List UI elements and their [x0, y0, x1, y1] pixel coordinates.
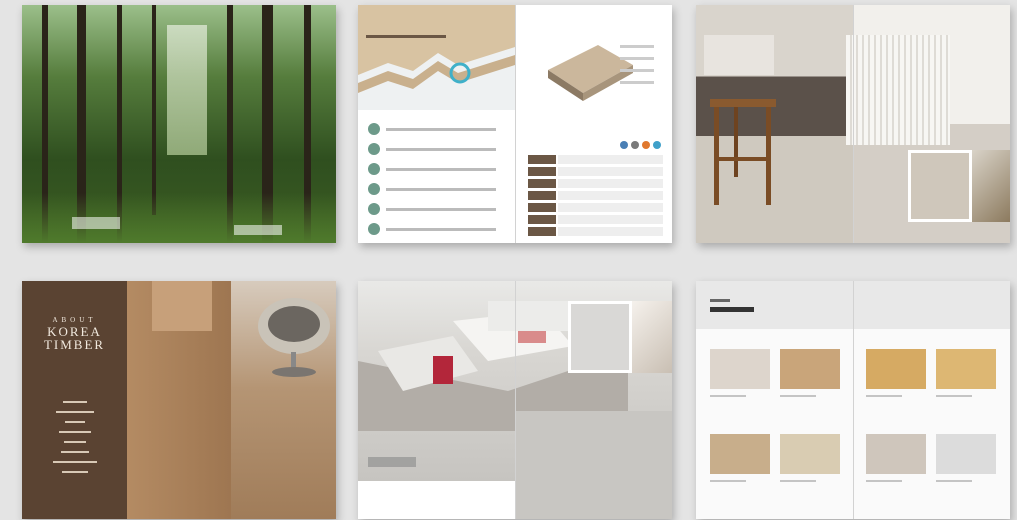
color-swatch[interactable] — [710, 434, 770, 474]
swatch-caption — [780, 480, 816, 482]
color-swatch[interactable] — [866, 434, 926, 474]
color-swatch[interactable] — [780, 434, 840, 474]
swatch-caption — [866, 395, 902, 397]
feature-list — [368, 123, 503, 235]
menu-item[interactable] — [60, 451, 89, 453]
color-swatch[interactable] — [710, 349, 770, 389]
floor-area — [515, 411, 672, 519]
menu-item[interactable] — [58, 431, 91, 433]
swatch-caption — [936, 395, 972, 397]
swatch-caption — [710, 395, 746, 397]
tree-trunk — [152, 5, 156, 215]
list-item — [368, 163, 503, 175]
stair-step — [152, 281, 212, 331]
menu-item[interactable] — [62, 401, 87, 403]
list-item — [368, 123, 503, 135]
spec-table — [528, 155, 663, 236]
brochure-spread-specs[interactable] — [358, 5, 672, 243]
list-item — [368, 223, 503, 235]
color-swatch[interactable] — [866, 349, 926, 389]
menu-item[interactable] — [61, 471, 88, 473]
feature-icon — [368, 123, 380, 135]
color-swatch[interactable] — [780, 349, 840, 389]
detail-photo — [632, 301, 672, 373]
detail-photo — [972, 150, 1010, 222]
forest-light-gap — [167, 25, 207, 155]
page-spine — [853, 281, 854, 519]
certification-icons — [620, 141, 661, 149]
feature-icon — [368, 223, 380, 235]
sheer-curtain-chair — [846, 35, 950, 145]
color-swatch[interactable] — [936, 434, 996, 474]
feature-icon — [368, 163, 380, 175]
caption-title — [368, 457, 416, 467]
color-swatch[interactable] — [936, 349, 996, 389]
swatch-caption — [780, 395, 816, 397]
brochure-spread-about[interactable]: ABOUT KOREA TIMBER — [22, 281, 336, 519]
menu-item[interactable] — [64, 421, 85, 423]
brochure-spread-swatches[interactable] — [696, 281, 1010, 519]
wooden-stool — [710, 99, 776, 205]
brochure-spread-interior-stool[interactable] — [696, 5, 1010, 243]
cover-logo-left — [72, 217, 120, 229]
swatch-caption — [866, 480, 902, 482]
list-item — [368, 203, 503, 215]
forest-floor — [22, 193, 336, 243]
swatch-caption — [710, 480, 746, 482]
feature-icon — [368, 183, 380, 195]
caption-panel — [704, 35, 774, 75]
about-heading: ABOUT KOREA TIMBER — [37, 316, 112, 351]
brochure-cover-forest[interactable] — [22, 5, 336, 243]
menu-item[interactable] — [52, 461, 97, 463]
swatch-caption — [936, 480, 972, 482]
about-menu — [52, 401, 97, 473]
floor-sample-swatch — [908, 150, 972, 222]
list-item — [368, 143, 503, 155]
feature-icon — [368, 143, 380, 155]
floor-sample-swatch — [568, 301, 632, 373]
about-heading-small: ABOUT — [52, 316, 97, 324]
lounge-chair — [258, 298, 330, 377]
page-spine — [515, 5, 516, 243]
wood-terrain-graphic — [358, 5, 515, 110]
page-spine — [853, 5, 854, 243]
about-heading-line2: TIMBER — [43, 337, 106, 352]
menu-item[interactable] — [63, 441, 86, 443]
brochure-spread-living-room[interactable] — [358, 281, 672, 519]
list-item — [368, 183, 503, 195]
cover-logo-right — [234, 225, 282, 235]
menu-item[interactable] — [55, 411, 94, 413]
feature-icon — [368, 203, 380, 215]
page-spine — [515, 281, 516, 519]
caption-area — [358, 481, 515, 519]
